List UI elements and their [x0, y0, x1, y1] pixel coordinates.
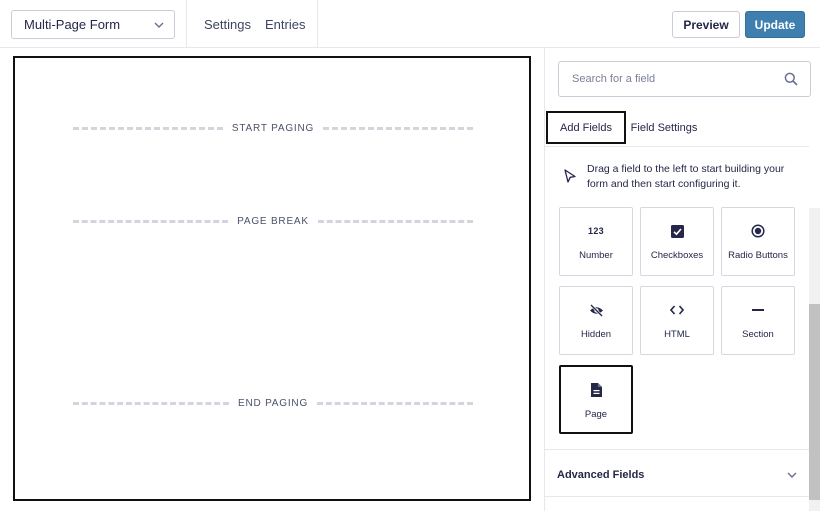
chevron-down-icon	[154, 22, 164, 28]
field-tile-label: Checkboxes	[650, 250, 704, 261]
field-tile-html[interactable]: HTML	[640, 286, 714, 355]
header-divider	[317, 0, 318, 48]
start-paging-marker[interactable]: START PAGING	[73, 121, 473, 135]
field-search	[558, 61, 811, 97]
form-selector-label: Multi-Page Form	[24, 17, 121, 32]
nav-settings-link[interactable]: Settings	[204, 17, 251, 32]
dashed-line	[323, 126, 473, 130]
sidebar-scrollbar-thumb[interactable]	[809, 304, 820, 500]
checkbox-icon	[670, 224, 684, 238]
nav-entries-link[interactable]: Entries	[265, 17, 305, 32]
field-tile-radio-buttons[interactable]: Radio Buttons	[721, 207, 795, 276]
page-break-marker[interactable]: PAGE BREAK	[73, 214, 474, 228]
field-tile-label: Section	[742, 329, 774, 340]
end-paging-marker[interactable]: END PAGING	[73, 396, 474, 410]
search-icon[interactable]	[784, 72, 798, 86]
field-search-input[interactable]	[559, 62, 769, 96]
dashed-line	[73, 219, 229, 223]
field-tile-label: Page	[584, 409, 608, 420]
tab-divider	[545, 146, 809, 147]
dashed-line	[317, 219, 474, 223]
tab-add-fields[interactable]: Add Fields	[546, 111, 626, 144]
chevron-down-icon	[787, 472, 797, 478]
drag-hint-text: Drag a field to the left to start buildi…	[587, 163, 785, 190]
dashed-line	[73, 126, 223, 130]
document-icon	[590, 383, 602, 397]
start-paging-label: START PAGING	[231, 122, 315, 134]
minus-icon	[752, 309, 764, 311]
header-divider	[186, 0, 187, 48]
preview-button[interactable]: Preview	[672, 11, 740, 38]
field-tile-section[interactable]: Section	[721, 286, 795, 355]
field-tile-page[interactable]: Page	[559, 365, 633, 434]
page-break-label: PAGE BREAK	[237, 215, 309, 227]
field-tile-number[interactable]: 123 Number	[559, 207, 633, 276]
number-icon: 123	[588, 226, 604, 236]
code-icon	[670, 305, 684, 315]
form-canvas[interactable]: START PAGING PAGE BREAK END PAGING	[13, 56, 531, 501]
tab-field-settings[interactable]: Field Settings	[627, 111, 701, 144]
advanced-fields-section[interactable]: Advanced Fields	[545, 449, 809, 497]
field-tile-hidden[interactable]: Hidden	[559, 286, 633, 355]
form-selector-dropdown[interactable]: Multi-Page Form	[11, 10, 175, 39]
top-bar: Multi-Page Form Settings Entries Preview…	[0, 0, 820, 48]
field-tile-label: Hidden	[580, 329, 612, 340]
dashed-line	[73, 401, 229, 405]
field-tile-label: Radio Buttons	[728, 250, 788, 261]
end-paging-label: END PAGING	[237, 397, 309, 409]
field-tile-label: Number	[579, 250, 613, 261]
update-button[interactable]: Update	[745, 11, 805, 38]
advanced-fields-label: Advanced Fields	[557, 469, 645, 481]
radio-icon	[751, 224, 765, 238]
cursor-pointer-icon	[564, 169, 576, 183]
field-sidebar: Add Fields Field Settings Drag a field t…	[544, 48, 820, 511]
field-tile-label: HTML	[664, 329, 690, 340]
field-tile-checkboxes[interactable]: Checkboxes	[640, 207, 714, 276]
dashed-line	[317, 401, 474, 405]
eye-off-icon	[589, 303, 603, 317]
